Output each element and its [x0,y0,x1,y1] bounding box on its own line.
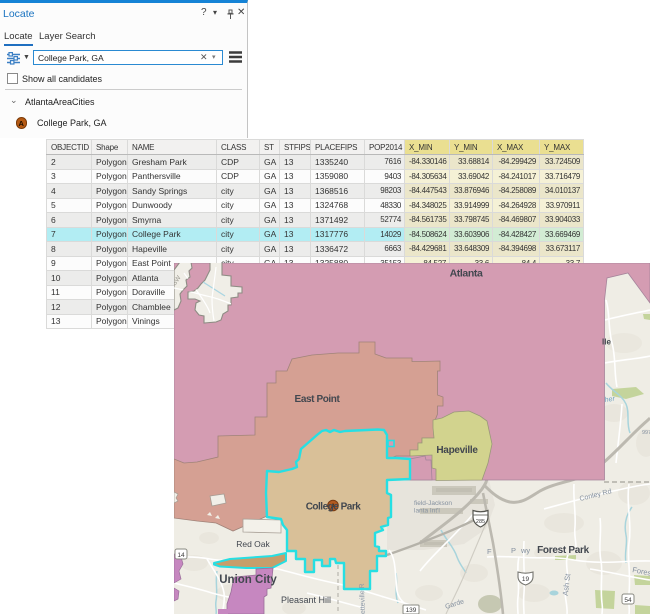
svg-text:Pleasant Hill: Pleasant Hill [281,595,331,605]
svg-text:Atlanta: Atlanta [450,268,483,280]
svg-text:Union City: Union City [219,574,277,586]
svg-text:19: 19 [522,576,530,583]
svg-text:College Park: College Park [306,502,362,513]
svg-text:lle: lle [602,338,611,347]
svg-text:wy: wy [520,546,530,555]
svg-text:her: her [604,396,616,404]
svg-text:997: 997 [642,430,650,436]
svg-text:Forest Park: Forest Park [537,545,589,556]
svg-text:54: 54 [624,597,632,604]
svg-text:Hapeville: Hapeville [436,445,478,456]
svg-text:F: F [487,547,492,556]
svg-text:etteville R: etteville R [359,583,367,614]
svg-text:East Point: East Point [295,394,341,405]
svg-text:P: P [511,546,516,555]
svg-text:field-Jackson: field-Jackson [414,500,452,507]
svg-text:14: 14 [177,552,185,559]
svg-text:lanta Int'l: lanta Int'l [414,508,440,515]
svg-text:Red Oak: Red Oak [236,539,270,549]
svg-text:139: 139 [406,607,417,614]
svg-text:285: 285 [476,519,485,525]
